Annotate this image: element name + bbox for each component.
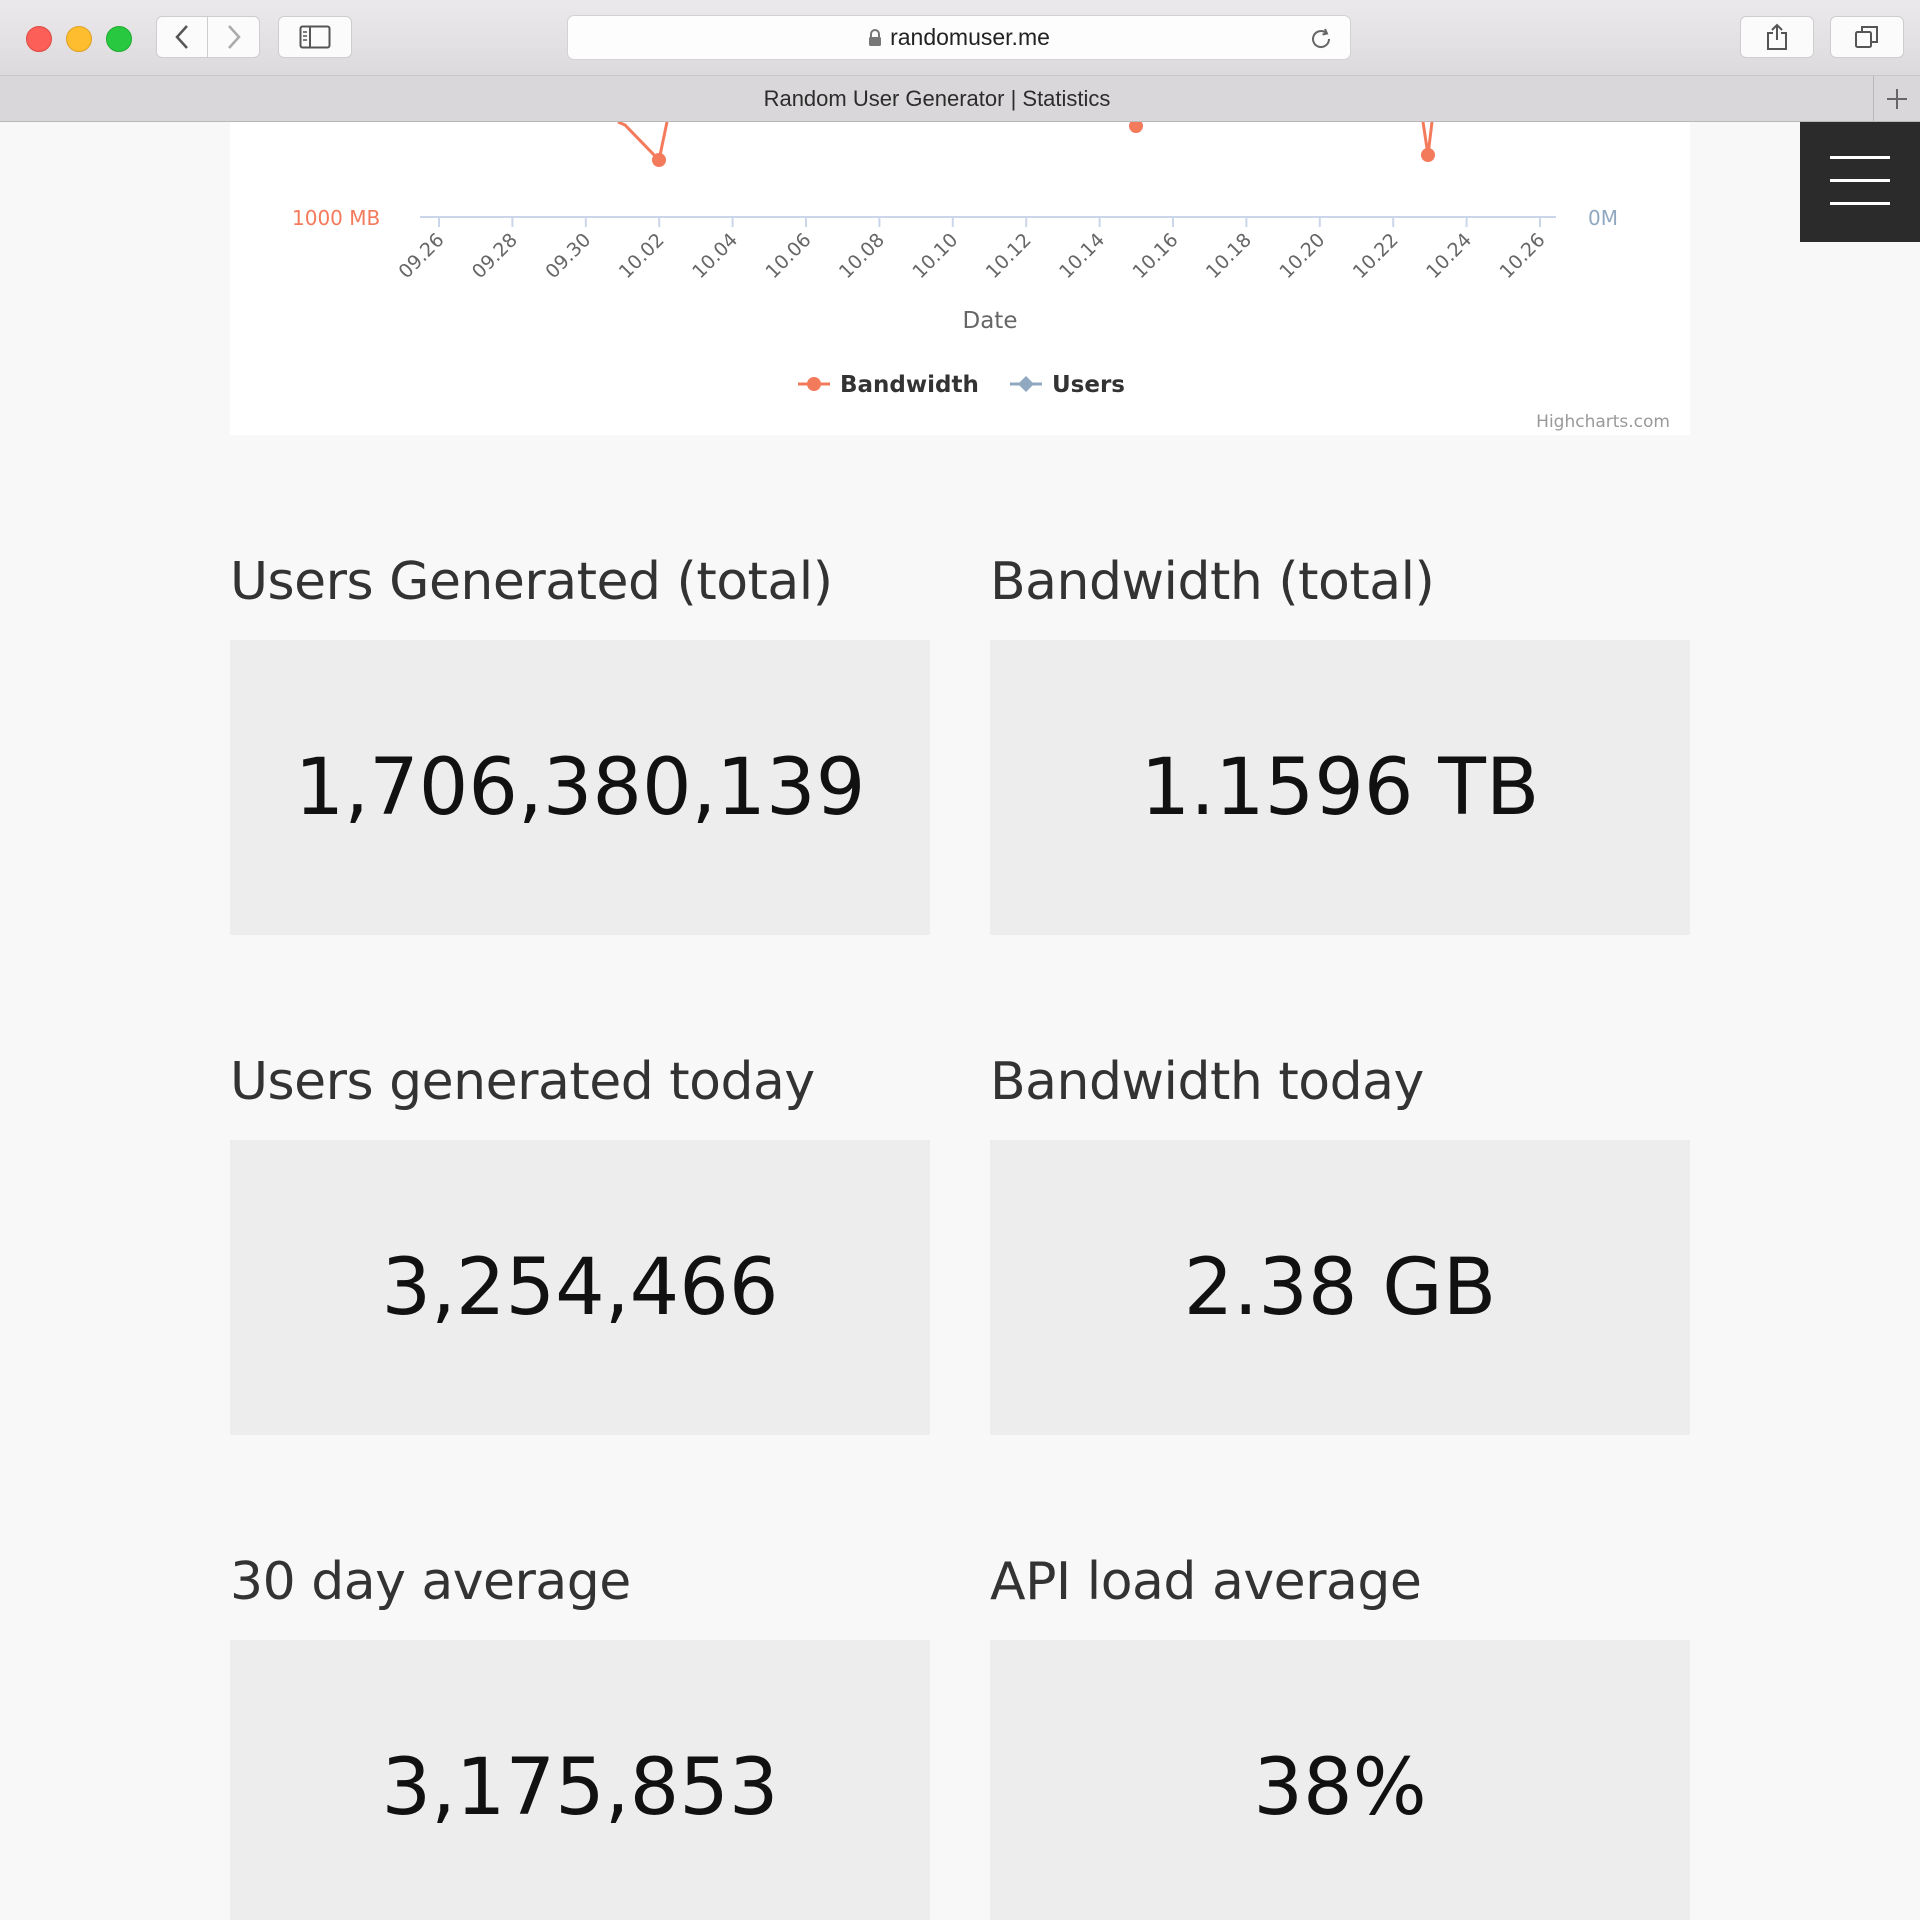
forward-button[interactable]: [208, 16, 260, 58]
menu-icon-line: [1830, 202, 1890, 205]
back-button[interactable]: [156, 16, 208, 58]
chart-svg: 09.26 09.28 09.30 10.02 10.04 10.06 10.08 10.10…: [292, 122, 1670, 432]
x-tick-label: 10.06: [762, 229, 816, 283]
share-button[interactable]: [1740, 16, 1814, 58]
minimize-window-button[interactable]: [66, 26, 92, 52]
x-tick-label: 10.16: [1129, 229, 1183, 283]
sidebar-toggle-button[interactable]: [278, 16, 352, 58]
show-tabs-button[interactable]: [1830, 16, 1904, 58]
x-axis-title: Date: [963, 308, 1018, 334]
x-tick-label: 10.02: [615, 229, 669, 283]
close-window-button[interactable]: [26, 26, 52, 52]
legend-item-bandwidth[interactable]: Bandwidth: [798, 372, 979, 398]
zoom-window-button[interactable]: [106, 26, 132, 52]
bandwidth-point: [1129, 122, 1143, 133]
stat-title-users-today: Users generated today: [230, 1052, 815, 1112]
stats-chart: 09.26 09.28 09.30 10.02 10.04 10.06 10.08 10.10…: [230, 122, 1690, 435]
legend-label-bandwidth: Bandwidth: [840, 372, 979, 398]
stat-value-api-load-average: 38%: [1253, 1742, 1427, 1833]
x-tick-label: 10.26: [1496, 229, 1550, 283]
plus-icon: [1887, 88, 1907, 109]
stat-card-bandwidth-total: 1.1596 TB: [990, 640, 1690, 935]
stat-card-bandwidth-today: 2.38 GB: [990, 1140, 1690, 1435]
chart-legend: Bandwidth Users: [798, 372, 1125, 398]
reload-icon[interactable]: [1308, 26, 1334, 52]
bandwidth-point: [652, 153, 666, 167]
stat-title-users-total: Users Generated (total): [230, 552, 833, 612]
tabs-overview-icon: [1855, 26, 1878, 48]
tab-active[interactable]: Random User Generator | Statistics: [0, 76, 1874, 121]
menu-icon-line: [1830, 179, 1890, 182]
hamburger-menu-button[interactable]: [1800, 122, 1920, 242]
stat-value-users-today: 3,254,466: [381, 1242, 779, 1333]
stat-title-bandwidth-today: Bandwidth today: [990, 1052, 1424, 1112]
stat-title-30-day-average: 30 day average: [230, 1552, 631, 1612]
stat-card-users-total: 1,706,380,139: [230, 640, 930, 935]
left-axis-label: 1000 MB: [292, 206, 380, 230]
share-icon: [1767, 23, 1787, 50]
x-tick-label: 09.28: [468, 229, 522, 283]
stat-card-users-today: 3,254,466: [230, 1140, 930, 1435]
x-tick-label: 10.04: [688, 229, 742, 283]
x-tick-label: 10.10: [908, 229, 962, 283]
x-tick-label: 10.14: [1055, 229, 1109, 283]
sidebar-icon: [299, 25, 331, 49]
new-tab-button[interactable]: [1873, 76, 1920, 121]
x-tick-label: 10.12: [982, 229, 1036, 283]
browser-titlebar: randomuser.me: [0, 0, 1920, 76]
stat-title-bandwidth-total: Bandwidth (total): [990, 552, 1435, 612]
legend-label-users: Users: [1052, 372, 1125, 398]
chevron-left-icon: [175, 25, 188, 49]
x-tick-label: 10.24: [1422, 229, 1476, 283]
page-viewport: 09.26 09.28 09.30 10.02 10.04 10.06 10.08 10.10…: [0, 122, 1920, 1920]
legend-item-users[interactable]: Users: [1010, 372, 1125, 398]
chevron-right-icon: [227, 25, 241, 49]
x-tick-label: 10.18: [1202, 229, 1256, 283]
stat-card-api-load-average: 38%: [990, 1640, 1690, 1920]
right-axis-label: 0M: [1588, 206, 1618, 230]
address-bar[interactable]: randomuser.me: [567, 15, 1351, 60]
url-text: randomuser.me: [890, 24, 1050, 50]
x-tick-label: 10.20: [1275, 229, 1329, 283]
stat-title-api-load-average: API load average: [990, 1552, 1422, 1612]
stat-value-30-day-average: 3,175,853: [381, 1742, 779, 1833]
menu-icon-line: [1830, 156, 1890, 159]
x-tick-label: 10.22: [1349, 229, 1403, 283]
x-tick-label: 10.08: [835, 229, 889, 283]
lock-icon: [869, 28, 882, 46]
x-tick-label: 09.26: [395, 229, 449, 283]
stat-value-bandwidth-total: 1.1596 TB: [1140, 742, 1540, 833]
stat-value-bandwidth-today: 2.38 GB: [1183, 1242, 1497, 1333]
stat-value-users-total: 1,706,380,139: [294, 742, 866, 833]
stat-card-30-day-average: 3,175,853: [230, 1640, 930, 1920]
x-tick-label: 09.30: [541, 229, 595, 283]
highcharts-credits-link[interactable]: Highcharts.com: [1536, 412, 1670, 432]
bandwidth-point: [1421, 148, 1435, 162]
tab-bar: Random User Generator | Statistics: [0, 76, 1920, 122]
